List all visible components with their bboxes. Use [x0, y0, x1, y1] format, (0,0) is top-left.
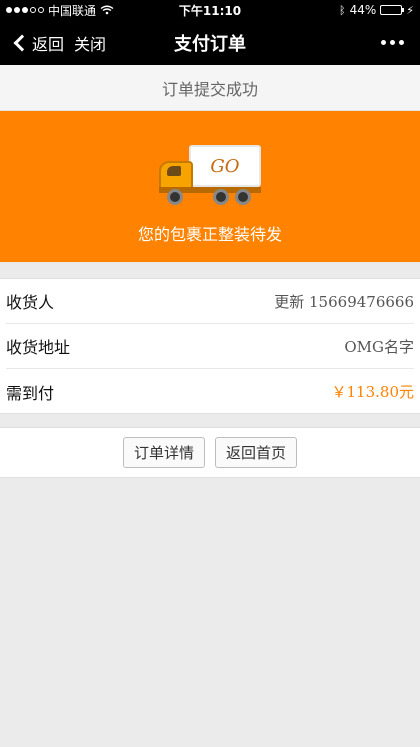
status-bar: 中国联通 下午11:10 ᛒ 44% ⚡: [0, 0, 420, 20]
truck-icon: GO: [155, 139, 265, 209]
banner-message: 您的包裹正整装待发: [137, 225, 282, 244]
back-label: 返回: [32, 34, 65, 54]
order-info: 收货人 更新 15669476666 收货地址 OMG名字 需到付 ￥113.8…: [0, 278, 420, 414]
back-home-button[interactable]: 返回首页: [215, 437, 298, 468]
order-detail-button[interactable]: 订单详情: [122, 437, 205, 468]
charging-icon: ⚡: [406, 3, 414, 17]
status-right: ᛒ 44% ⚡: [339, 3, 414, 17]
address-value: OMG名字: [344, 337, 414, 356]
bluetooth-icon: ᛒ: [338, 3, 346, 17]
signal-icon: [6, 7, 44, 13]
address-label: 收货地址: [6, 338, 71, 357]
back-chevron-icon: [13, 34, 31, 51]
nav-bar: 返回 关闭 支付订单: [0, 20, 420, 65]
carrier-label: 中国联通: [48, 3, 97, 18]
amount-due-label: 需到付: [6, 383, 55, 403]
wifi-icon: [100, 5, 114, 15]
battery-icon: [380, 5, 405, 15]
amount-due-value: ￥113.80元: [331, 383, 415, 401]
more-icon[interactable]: [381, 20, 404, 65]
amount-due-row: 需到付 ￥113.80元: [6, 369, 414, 414]
address-row: 收货地址 OMG名字: [6, 324, 414, 369]
submit-status: 订单提交成功: [0, 65, 420, 111]
recipient-label: 收货人: [6, 293, 55, 312]
delivery-banner: GO 您的包裹正整装待发: [0, 111, 420, 262]
truck-cargo-label: GO: [189, 145, 261, 187]
action-bar: 订单详情 返回首页: [0, 427, 420, 478]
recipient-row: 收货人 更新 15669476666: [6, 279, 414, 324]
recipient-value: 更新 15669476666: [274, 292, 414, 311]
close-button[interactable]: 关闭: [74, 31, 106, 55]
battery-percent: 44%: [349, 3, 377, 17]
status-left: 中国联通: [6, 2, 114, 19]
back-button[interactable]: 返回: [12, 31, 64, 55]
